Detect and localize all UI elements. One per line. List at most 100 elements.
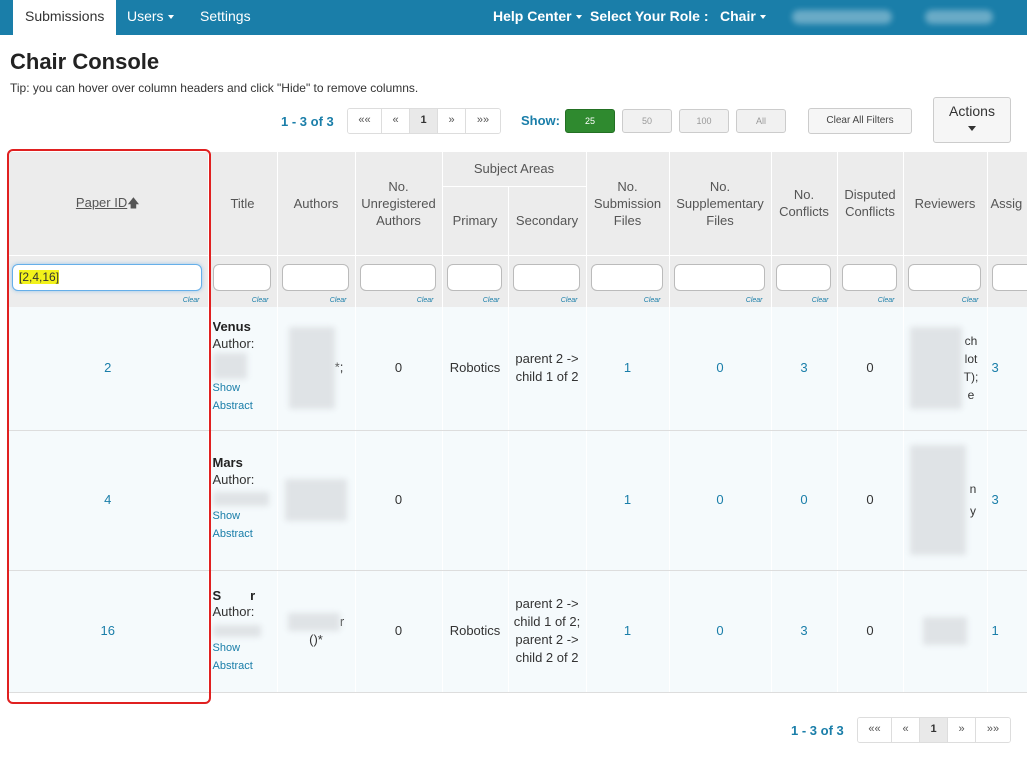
filter-submission-files-cell: Clear [586, 255, 670, 307]
column-header-paper-id[interactable]: Paper ID🡅 [8, 152, 209, 256]
chevron-down-icon [759, 15, 766, 20]
clear-filter-link[interactable]: Clear [417, 297, 434, 304]
pager-current-page[interactable]: 1 [920, 718, 948, 742]
paper-id-header-label: Paper ID [75, 195, 128, 211]
title-cell: Venus Author: Show Abstract [208, 307, 278, 431]
pager-next-button[interactable]: » [438, 109, 466, 133]
supplementary-files-cell: 0 [669, 570, 772, 693]
show-25-button[interactable]: 25 [565, 109, 615, 133]
paper-id-link[interactable]: 4 [104, 492, 111, 507]
column-header-disputed-conflicts[interactable]: Disputed Conflicts [837, 152, 904, 256]
conflicts-filter-input[interactable] [775, 263, 831, 291]
role-dropdown[interactable]: Chair [708, 0, 778, 35]
reviewers-cell: ch lot T); e [903, 307, 988, 431]
clear-filter-link[interactable]: Clear [644, 297, 661, 304]
author-label: Author: [212, 336, 255, 352]
pager-first-button[interactable]: «« [858, 718, 892, 742]
supplementary-files-link[interactable]: 0 [716, 360, 723, 375]
tab-users-label: Users [127, 8, 164, 24]
column-header-primary[interactable]: Primary [442, 186, 509, 256]
tab-submissions[interactable]: Submissions [13, 0, 117, 35]
primary-filter-input[interactable] [446, 263, 502, 291]
show-50-button[interactable]: 50 [622, 109, 672, 133]
column-header-supplementary-files[interactable]: No. Supplementary Files [669, 152, 772, 256]
authors-cell: r ()* [277, 570, 356, 693]
user-name-redacted[interactable] [925, 10, 993, 24]
clear-filter-link[interactable]: Clear [878, 297, 895, 304]
show-all-button[interactable]: All [736, 109, 786, 133]
filter-primary-cell: Clear [442, 255, 509, 307]
help-center-menu[interactable]: Help Center [481, 0, 594, 35]
supplementary-files-link[interactable]: 0 [716, 623, 723, 638]
filter-secondary-cell: Clear [508, 255, 587, 307]
show-abstract-link[interactable]: Show Abstract [213, 379, 273, 415]
supplementary-filter-input[interactable] [673, 263, 765, 291]
paper-id-link[interactable]: 16 [101, 623, 115, 638]
filter-title-cell: Clear [208, 255, 278, 307]
filter-value-highlight: [2,4,16] [19, 269, 60, 284]
pager-prev-button[interactable]: « [382, 109, 410, 133]
title-filter-input[interactable] [212, 263, 271, 291]
title-cell: Mars Author: Show Abstract [208, 430, 278, 571]
clear-filter-link[interactable]: Clear [746, 297, 763, 304]
tab-settings-label: Settings [200, 8, 251, 24]
pager-last-button[interactable]: »» [976, 718, 1010, 742]
supplementary-files-link[interactable]: 0 [716, 492, 723, 507]
column-header-unregistered-authors[interactable]: No. Unregistered Authors [355, 152, 443, 256]
clear-filter-link[interactable]: Clear [483, 297, 500, 304]
submission-files-link[interactable]: 1 [624, 623, 631, 638]
authors-filter-input[interactable] [281, 263, 349, 291]
pager-last-button[interactable]: »» [466, 109, 500, 133]
tab-settings[interactable]: Settings [188, 0, 263, 35]
clear-filter-link[interactable]: Clear [962, 297, 979, 304]
actions-button[interactable]: Actions [933, 97, 1011, 143]
clear-filter-link[interactable]: Clear [183, 297, 200, 304]
disputed-cell: 0 [837, 430, 904, 571]
top-navbar: Submissions Users Settings Help Center S… [0, 0, 1027, 35]
unregistered-filter-input[interactable] [359, 263, 436, 291]
disputed-filter-input[interactable] [841, 263, 897, 291]
show-100-button[interactable]: 100 [679, 109, 729, 133]
submission-files-link[interactable]: 1 [624, 360, 631, 375]
conflicts-link[interactable]: 0 [800, 492, 807, 507]
clear-filter-link[interactable]: Clear [561, 297, 578, 304]
assigned-link[interactable]: 3 [992, 360, 999, 375]
sort-ascending-icon: 🡅 [127, 196, 140, 211]
column-header-assigned[interactable]: Assig [987, 152, 1027, 256]
chevron-down-icon [968, 126, 976, 131]
column-header-secondary[interactable]: Secondary [508, 186, 587, 256]
column-header-submission-files[interactable]: No. Submission Files [586, 152, 670, 256]
clear-filter-link[interactable]: Clear [252, 297, 269, 304]
paper-id-link[interactable]: 2 [104, 360, 111, 375]
tab-users[interactable]: Users [115, 0, 186, 35]
column-header-reviewers[interactable]: Reviewers [903, 152, 988, 256]
clear-filter-link[interactable]: Clear [812, 297, 829, 304]
column-header-authors[interactable]: Authors [277, 152, 356, 256]
pager-prev-button[interactable]: « [892, 718, 920, 742]
column-header-conflicts[interactable]: No. Conflicts [771, 152, 838, 256]
paper-id-filter-input[interactable]: [2,4,16] [12, 263, 202, 291]
paper-id-cell[interactable]: 4 [8, 430, 209, 571]
paper-id-cell[interactable]: 2 [8, 307, 209, 431]
pager-next-button[interactable]: » [948, 718, 976, 742]
assigned-filter-input[interactable] [991, 263, 1027, 291]
clear-all-filters-button[interactable]: Clear All Filters [808, 108, 912, 134]
submission-files-link[interactable]: 1 [624, 492, 631, 507]
reviewers-filter-input[interactable] [907, 263, 981, 291]
assigned-link[interactable]: 1 [992, 623, 999, 638]
user-email-redacted[interactable] [792, 10, 892, 24]
show-abstract-link[interactable]: Show Abstract [213, 639, 273, 675]
pager-first-button[interactable]: «« [348, 109, 382, 133]
show-abstract-link[interactable]: Show Abstract [213, 507, 273, 543]
paper-id-cell[interactable]: 16 [8, 570, 209, 693]
secondary-cell [508, 430, 587, 571]
conflicts-link[interactable]: 3 [800, 623, 807, 638]
pager-current-page[interactable]: 1 [410, 109, 438, 133]
conflicts-link[interactable]: 3 [800, 360, 807, 375]
clear-filter-link[interactable]: Clear [330, 297, 347, 304]
column-header-title[interactable]: Title [208, 152, 278, 256]
primary-cell: Robotics [442, 570, 509, 693]
submission-files-filter-input[interactable] [590, 263, 663, 291]
assigned-link[interactable]: 3 [992, 492, 999, 507]
secondary-filter-input[interactable] [512, 263, 580, 291]
